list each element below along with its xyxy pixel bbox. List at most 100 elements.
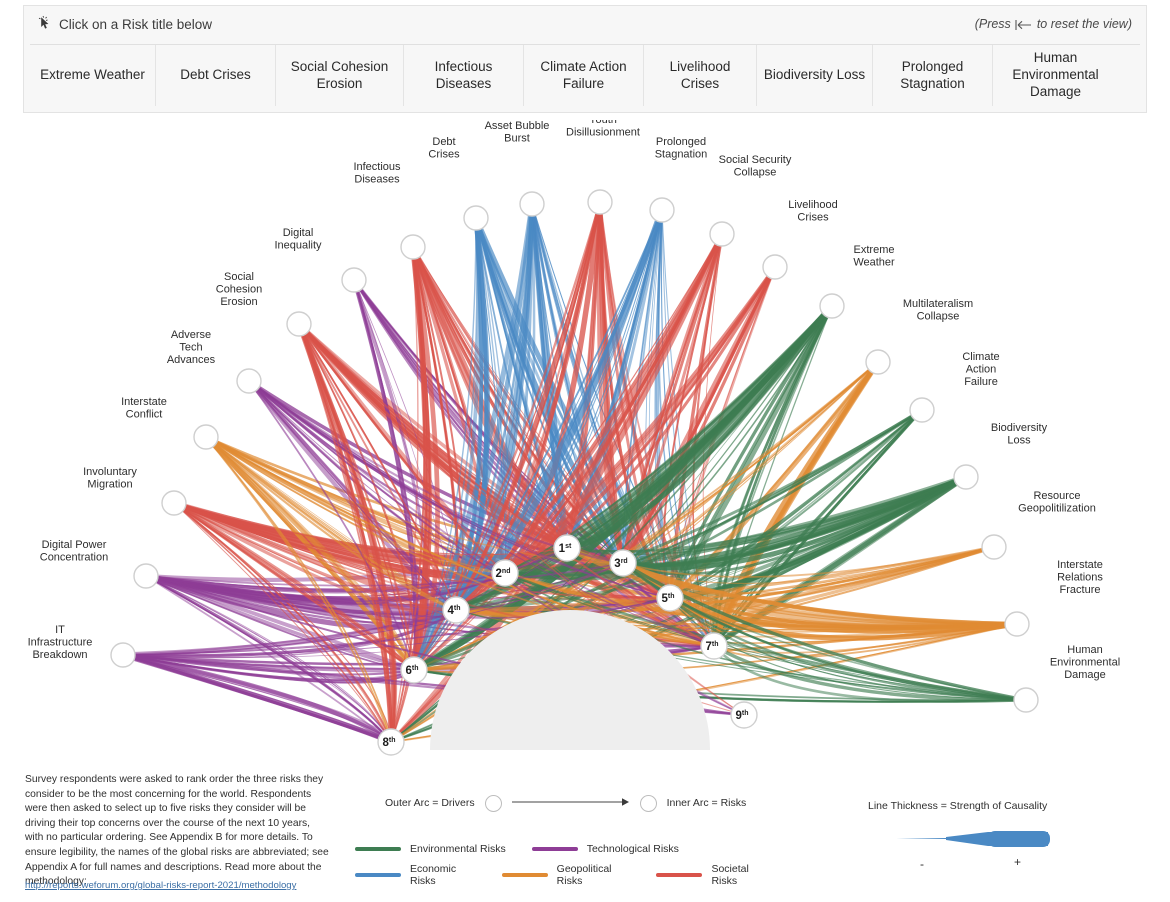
node-circle[interactable] [286, 311, 312, 337]
thickness-max-label: + [1014, 855, 1022, 869]
node-circle[interactable] [341, 267, 367, 293]
left-arrow-key-icon [1015, 19, 1033, 31]
outer-node-debt-crises[interactable]: Debt Crises [428, 136, 489, 231]
outer-node-label: Livelihood Crises [788, 199, 838, 224]
outer-node-label: Interstate Conflict [121, 396, 167, 421]
legend-swatch [355, 846, 401, 852]
legend-swatch [355, 872, 401, 878]
outer-node-asset-bubble-burst[interactable]: Asset Bubble Burst [485, 120, 550, 217]
inner-node-rank-2[interactable]: 2nd [491, 559, 519, 587]
reset-hint-suffix: to reset the view) [1036, 17, 1132, 31]
inner-node-rank-9[interactable]: 9th [730, 701, 758, 729]
inner-node-rank-5[interactable]: 5th [656, 584, 684, 612]
tab-livelihood-crises[interactable]: Livelihood Crises [644, 45, 757, 106]
node-circle[interactable] [709, 221, 735, 247]
thickness-legend-title: Line Thickness = Strength of Causality [868, 800, 1048, 812]
outer-node-label: Interstate Relations Fracture [1057, 559, 1103, 596]
outer-node-label: Infectious Diseases [353, 161, 401, 186]
legend-label: Technological Risks [586, 843, 679, 855]
node-circle[interactable] [161, 490, 187, 516]
inner-arc-node-icon [639, 794, 657, 812]
outer-node-label: Human Environmental Damage [1050, 644, 1120, 681]
risk-network-diagram[interactable]: IT Infrastructure Breakdown Digital Power Co… [0, 120, 1170, 770]
node-circle[interactable] [865, 349, 891, 375]
tab-social-cohesion-erosion[interactable]: Social Cohesion Erosion [276, 45, 404, 106]
legend-item-economic-risks[interactable]: Economic Risks [355, 863, 476, 887]
node-circle[interactable] [909, 397, 935, 423]
outer-node-prolonged-stagnation[interactable]: Prolonged Stagnation [649, 136, 707, 223]
legend-label: Environmental Risks [410, 843, 506, 855]
legend-swatch [656, 872, 703, 878]
thickness-legend-shape [888, 826, 1158, 855]
node-circle[interactable] [400, 234, 426, 260]
node-circle[interactable] [193, 424, 219, 450]
outer-node-resource-geopolitilization[interactable]: Resource Geopolitilization [981, 490, 1096, 560]
outer-node-label: Multilateralism Collapse [903, 298, 973, 323]
inner-node-rank-3[interactable]: 3rd [609, 549, 637, 577]
tab-biodiversity-loss[interactable]: Biodiversity Loss [757, 45, 873, 106]
outer-node-adverse-tech-advances[interactable]: Adverse Tech Advances [167, 329, 262, 394]
tab-infectious-diseases[interactable]: Infectious Diseases [404, 45, 524, 106]
tab-human-environmental-damage[interactable]: Human Environmental Damage [993, 45, 1118, 106]
node-circle[interactable] [587, 189, 613, 215]
inner-node-rank-1[interactable]: 1st [553, 534, 581, 562]
outer-node-biodiversity-loss[interactable]: Biodiversity Loss [953, 422, 1048, 490]
risk-tabs: Extreme Weather Debt Crises Social Cohesio… [30, 44, 1140, 106]
outer-node-multilateralism-collapse[interactable]: Multilateralism Collapse [865, 298, 973, 375]
outer-node-youth-disillusionment[interactable]: Youth Disillusionment [566, 120, 640, 215]
node-circle[interactable] [133, 563, 159, 589]
outer-node-extreme-weather[interactable]: Extreme Weather [819, 244, 895, 319]
outer-arc-node-icon [484, 794, 502, 812]
methodology-link[interactable]: http://reports.weforum.org/global-risks-… [25, 880, 355, 891]
outer-node-livelihood-crises[interactable]: Livelihood Crises [762, 199, 838, 280]
legend-item-environmental-risks[interactable]: Environmental Risks [355, 843, 506, 855]
thickness-legend: Line Thickness = Strength of Causality -… [868, 800, 1158, 873]
node-circle[interactable] [1004, 611, 1030, 637]
outer-node-social-cohesion-erosion[interactable]: Social Cohesion Erosion [216, 271, 312, 337]
inner-node-rank-8[interactable]: 8th [377, 728, 405, 756]
node-circle[interactable] [981, 534, 1007, 560]
outer-node-interstate-relations-fracture[interactable]: Interstate Relations Fracture [1004, 559, 1103, 637]
legend-item-geopolitical-risks[interactable]: Geopolitical Risks [501, 863, 631, 887]
node-circle[interactable] [649, 197, 675, 223]
node-circle[interactable] [762, 254, 788, 280]
outer-node-involuntary-migration[interactable]: Involuntary Migration [83, 466, 187, 516]
node-circle[interactable] [110, 642, 136, 668]
cursor-click-icon [38, 15, 52, 31]
outer-node-digital-inequality[interactable]: Digital Inequality [274, 227, 367, 293]
outer-arc-legend-label: Outer Arc = Drivers [385, 797, 475, 809]
node-circle[interactable] [1013, 687, 1039, 713]
inner-node-rank-4[interactable]: 4th [442, 596, 470, 624]
tab-extreme-weather[interactable]: Extreme Weather [30, 45, 156, 106]
tab-prolonged-stagnation[interactable]: Prolonged Stagnation [873, 45, 993, 106]
legend-item-societal-risks[interactable]: Societal Risks [656, 863, 769, 887]
outer-node-label: Social Security Collapse [719, 154, 792, 179]
tab-climate-action-failure[interactable]: Climate Action Failure [524, 45, 644, 106]
outer-node-label: Biodiversity Loss [991, 422, 1048, 447]
outer-node-it-infrastructure-breakdown[interactable]: IT Infrastructure Breakdown [28, 624, 136, 668]
inner-node-rank-7[interactable]: 7th [700, 632, 728, 660]
outer-node-interstate-conflict[interactable]: Interstate Conflict [121, 396, 219, 450]
outer-node-human-environmental-damage[interactable]: Human Environmental Damage [1013, 644, 1120, 713]
node-circle[interactable] [819, 293, 845, 319]
outer-node-social-security-collapse[interactable]: Social Security Collapse [709, 154, 792, 247]
category-legend: Environmental Risks Technological Risks E… [355, 836, 795, 888]
outer-node-label: Extreme Weather [853, 244, 895, 269]
arrow-icon [511, 796, 630, 811]
outer-node-label: Digital Power Concentration [40, 539, 109, 564]
node-circle[interactable] [236, 368, 262, 394]
thickness-legend-marks: - + [888, 855, 1158, 873]
outer-node-label: Climate Action Failure [962, 351, 999, 388]
legend-label: Economic Risks [410, 863, 457, 887]
inner-arc-legend-label: Inner Arc = Risks [666, 797, 747, 809]
legend-item-technological-risks[interactable]: Technological Risks [531, 843, 679, 855]
node-circle[interactable] [953, 464, 979, 490]
outer-node-digital-power-concentration[interactable]: Digital Power Concentration [40, 539, 159, 589]
tab-debt-crises[interactable]: Debt Crises [156, 45, 276, 106]
node-circle[interactable] [519, 191, 545, 217]
click-hint: Click on a Risk title below [38, 15, 212, 32]
inner-node-rank-6[interactable]: 6th [400, 656, 428, 684]
node-circle[interactable] [463, 205, 489, 231]
outer-node-climate-action-failure[interactable]: Climate Action Failure [909, 351, 1000, 423]
outer-node-infectious-diseases[interactable]: Infectious Diseases [353, 161, 426, 260]
